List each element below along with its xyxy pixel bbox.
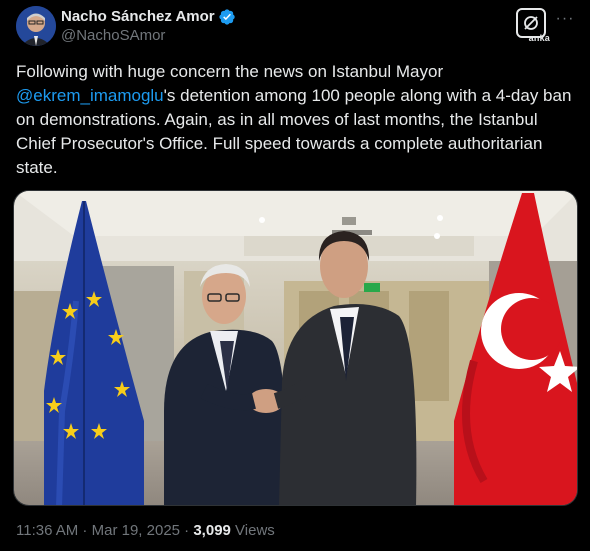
grok-label: anka	[528, 33, 550, 43]
tweet-time[interactable]: 11:36 AM	[16, 522, 78, 539]
mention-link[interactable]: @ekrem_imamoglu	[16, 86, 164, 105]
tweet-photo[interactable]	[13, 190, 578, 506]
avatar[interactable]	[16, 6, 56, 46]
tweet-date[interactable]: Mar 19, 2025	[92, 522, 180, 539]
tweet-text: Following with huge concern the news on …	[16, 60, 582, 180]
tweet-meta: 11:36 AM · Mar 19, 2025 · 3,099 Views	[16, 521, 275, 541]
author-display-name-row[interactable]: Nacho Sánchez Amor	[61, 8, 236, 26]
meta-separator: ·	[78, 522, 92, 539]
verified-badge-icon	[218, 8, 236, 26]
photo-image	[14, 191, 577, 505]
author-display-name[interactable]: Nacho Sánchez Amor	[61, 8, 215, 26]
meta-separator-2: ·	[180, 522, 194, 539]
views-label: Views	[230, 522, 275, 539]
author-handle[interactable]: @NachoSAmor	[61, 26, 236, 46]
tweet-header: Nacho Sánchez Amor @NachoSAmor anka ···	[16, 6, 574, 48]
more-options-button[interactable]: ···	[554, 8, 576, 30]
views-count: 3,099	[193, 522, 231, 539]
more-dots-icon: ···	[555, 10, 575, 27]
grok-icon	[524, 16, 538, 30]
author-names: Nacho Sánchez Amor @NachoSAmor	[61, 8, 236, 46]
tweet-text-before: Following with huge concern the news on …	[16, 62, 444, 81]
